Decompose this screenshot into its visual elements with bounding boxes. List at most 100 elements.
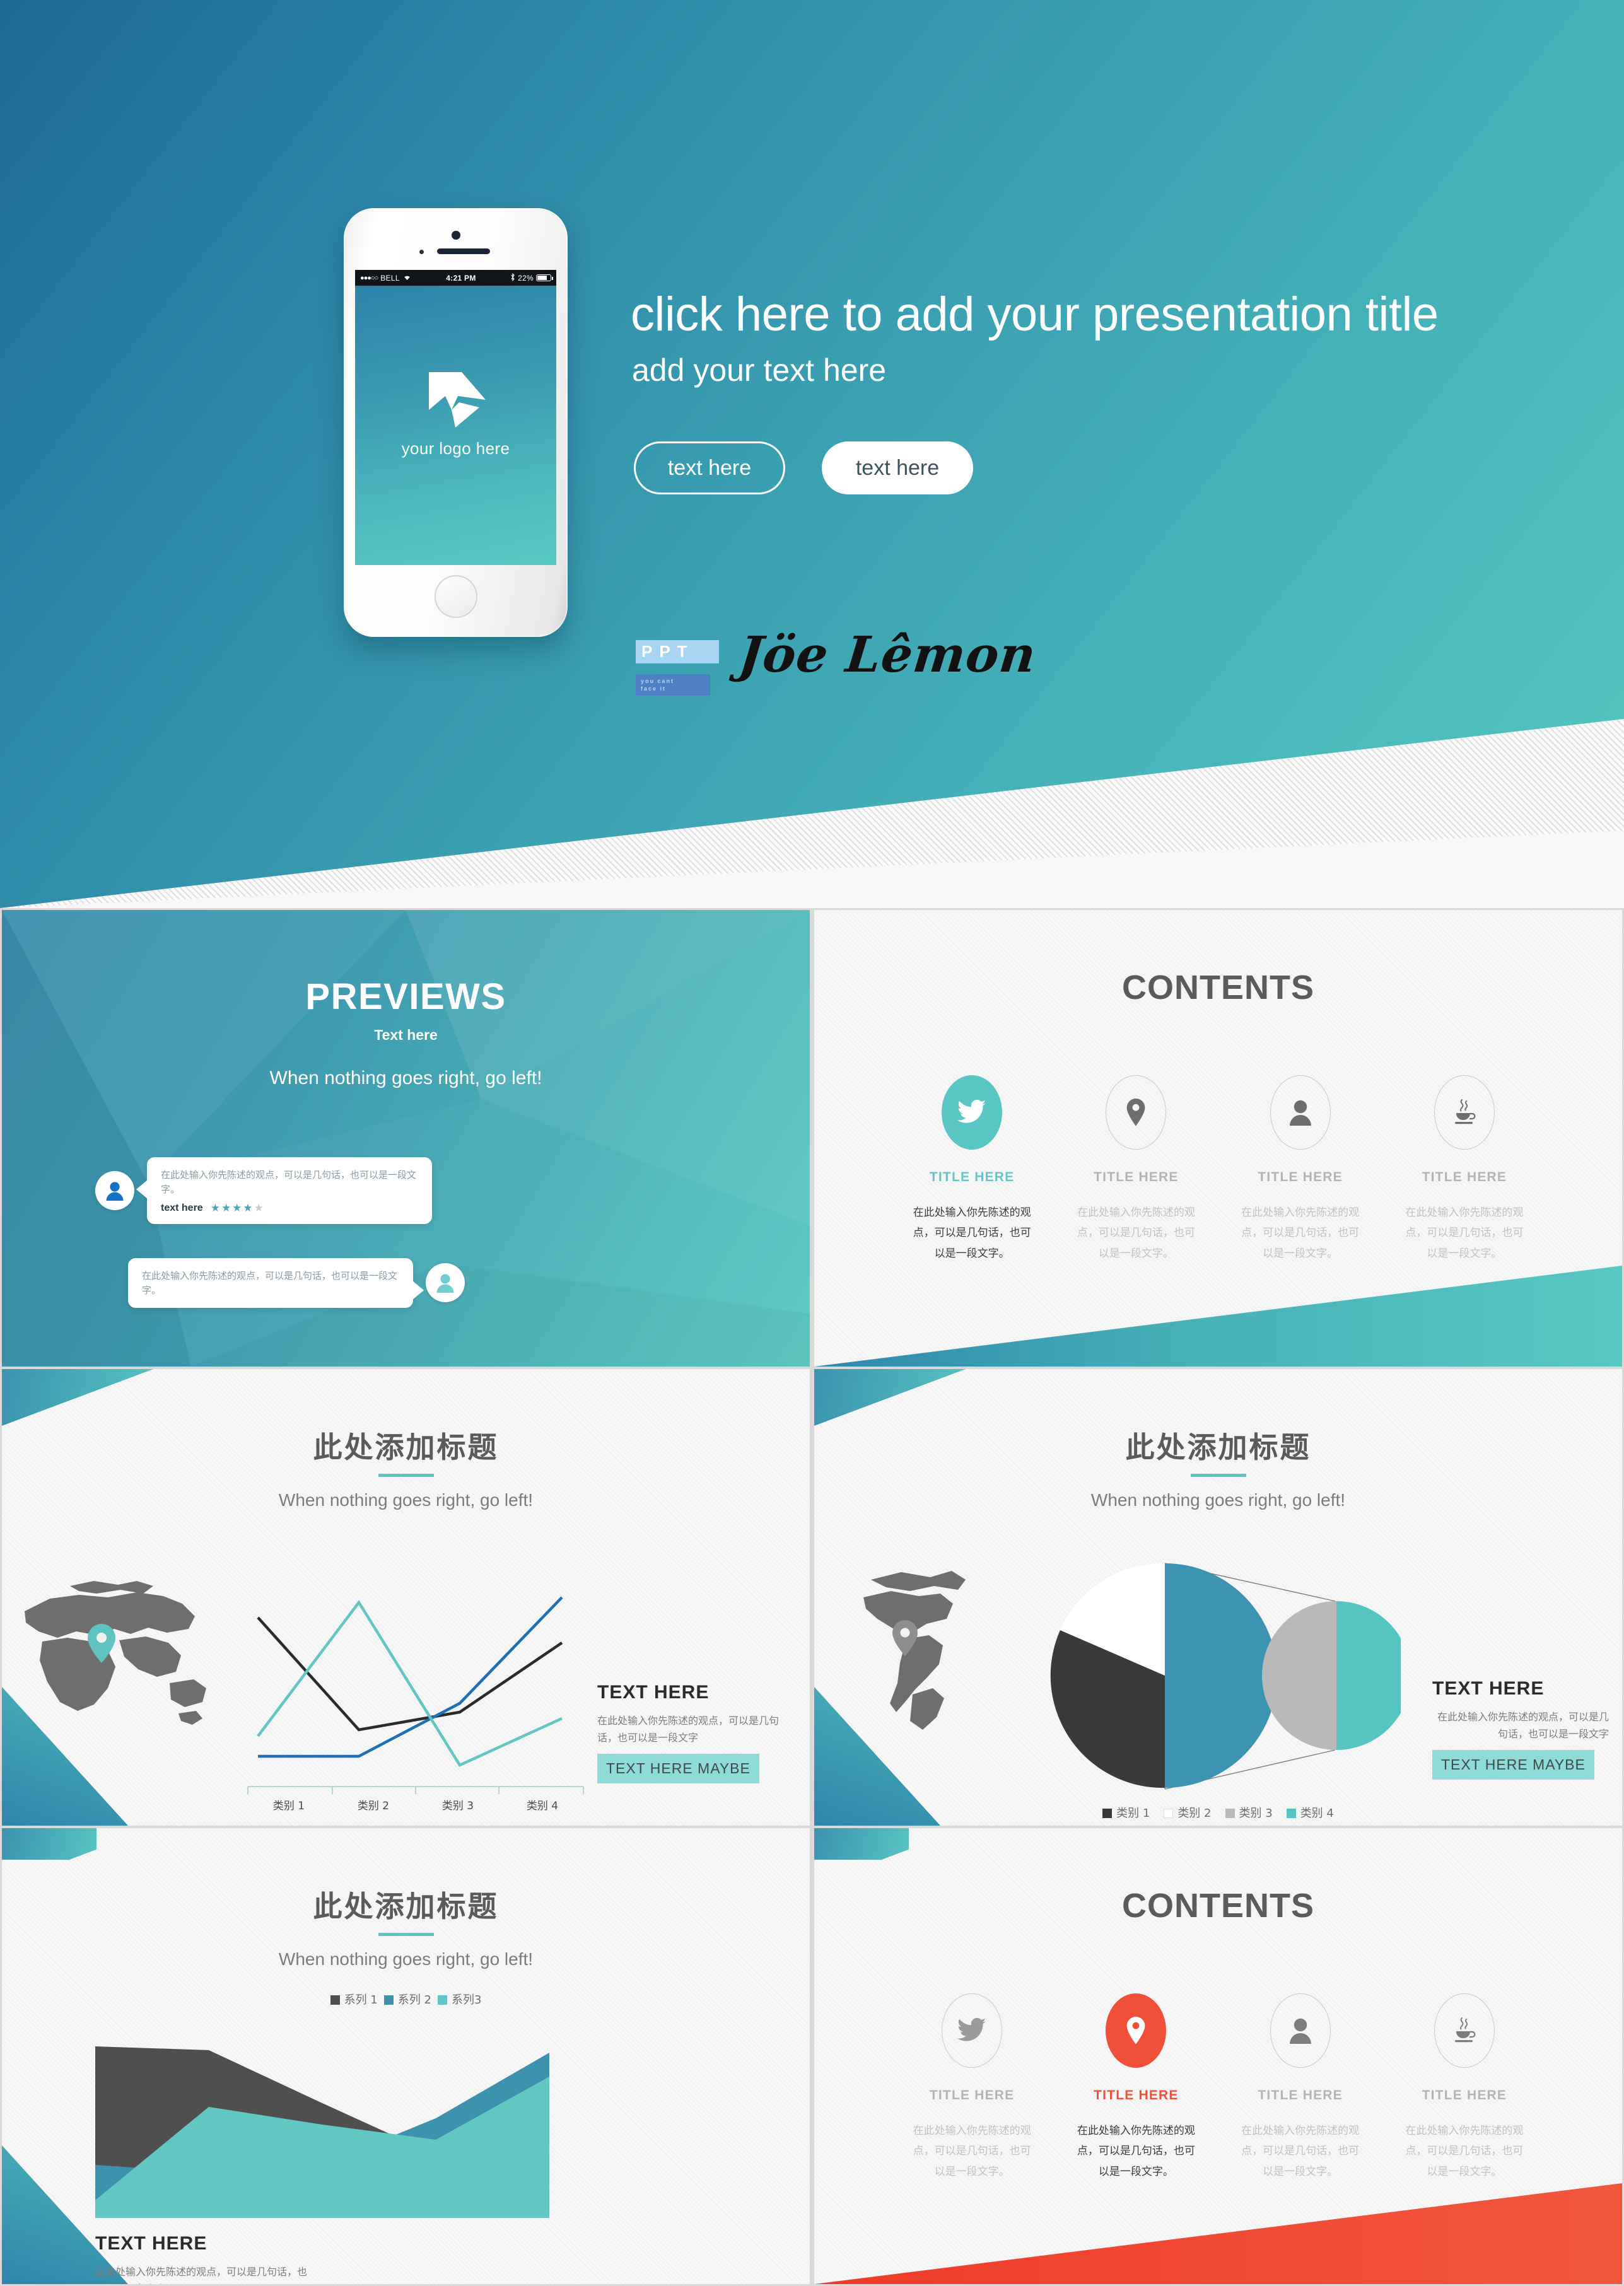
contents-item-text: 在此处输入你先陈述的观点，可以是几句话，也可以是一段文字。 [1241,2125,1360,2178]
slide-line-chart[interactable]: 此处添加标题 When nothing goes right, go left! [2,1369,810,1826]
clock-label: 4:21 PM [446,273,476,283]
line-chart-text-block: TEXT HERE 在此处输入你先陈述的观点，可以是几句话，也可以是一段文字 T… [597,1682,786,1784]
contents-item-text: 在此处输入你先陈述的观点，可以是几句话，也可以是一段文字。 [1405,1206,1524,1260]
legend-entry: 类别 1 [1102,1804,1150,1821]
legend-label: 类别 4 [1300,1807,1334,1820]
signal-dots-icon: ●●●○○ [360,274,378,282]
contents-item-label: TITLE HERE [929,2088,1015,2102]
icon-circle [1434,1075,1495,1150]
corner-accent-top-left [2,1828,96,1860]
avatar [95,1170,134,1210]
ppt-badge-sub-line1: you cant [641,678,675,684]
text-block-body: 在此处输入你先陈述的观点，可以是几句话，也可以是一段文字 [95,2266,308,2284]
brand-signature-block: PPT you cant face it Jöe Lêmon [636,626,1039,696]
twitter-bird-icon [957,1100,986,1123]
slide-area-chart[interactable]: 此处添加标题 When nothing goes right, go left!… [2,1828,810,2284]
line-chart-axis [247,1786,584,1794]
icon-circle [1270,1075,1331,1150]
page-title: click here to add your presentation titl… [631,288,1439,341]
java-coffee-icon [1454,2017,1476,2043]
pie-chart-legend: 类别 1 类别 2 类别 3 类别 4 [814,1804,1622,1821]
contents-item-label: TITLE HERE [929,1170,1015,1184]
phone-mockup: ●●●○○ BELL 4:21 PM 22% your logo here [344,208,568,637]
logo-caption: your logo here [401,439,510,458]
previews-tagline: When nothing goes right, go left! [269,1068,542,1088]
ppt-badge-sub-line2: face it [641,685,667,692]
ppt-badge: PPT [636,640,719,663]
chat-row-left: 在此处输入你先陈述的观点，可以是几句话，也可以是一段文字。 text here … [95,1157,432,1224]
text-block-tag: TEXT HERE MAYBE [597,1754,759,1784]
text-block-heading: TEXT HERE [95,2233,207,2254]
wifi-icon [402,274,412,283]
slide-previews[interactable]: PREVIEWS Text here When nothing goes rig… [2,910,810,1367]
legend-label: 系列3 [451,1993,482,2007]
pie-chart-text-block: TEXT HERE 在此处输入你先陈述的观点，可以是几句话，也可以是一段文字 T… [1432,1678,1609,1780]
icon-circle [942,1993,1003,2068]
contents-item-3[interactable]: TITLE HERE 在此处输入你先陈述的观点，可以是几句话，也可以是一段文字。 [1218,1075,1382,1264]
stars-filled: ★★★★ [210,1201,254,1214]
page-subtitle: When nothing goes right, go left! [278,1490,534,1510]
icon-circle [1270,1993,1331,2068]
contents-item-1[interactable]: TITLE HERE 在此处输入你先陈述的观点，可以是几句话，也可以是一段文字。 [890,1075,1054,1264]
page-title: 此处添加标题 [1125,1430,1311,1464]
hero-button-row: text here text here [634,441,973,494]
page-subtitle: When nothing goes right, go left! [1090,1490,1346,1510]
hero-outline-button[interactable]: text here [634,441,785,494]
legend-label: 类别 2 [1177,1807,1212,1820]
contents-item-label: TITLE HERE [1258,2088,1343,2102]
battery-icon [536,274,553,281]
contents-item-2[interactable]: TITLE HERE 在此处输入你先陈述的观点，可以是几句话，也可以是一段文字。 [1054,1075,1218,1264]
bubble-tail-icon [412,1281,424,1300]
teal-diagonal-banner [814,1266,1622,1367]
slide-contents-teal[interactable]: CONTENTS TITLE HERE 在此处输入你先陈述的观点，可以是几句话，… [814,910,1622,1367]
x-tick-label: 类别 2 [357,1800,390,1812]
phone-status-bar: ●●●○○ BELL 4:21 PM 22% [355,270,556,286]
slide-contents-red[interactable]: CONTENTS TITLE HERE 在此处输入你先陈述的观点，可以是几句话，… [814,1828,1622,2284]
legend-entry: 系列 1 [330,1991,378,2007]
contents-item-4[interactable]: TITLE HERE 在此处输入你先陈述的观点，可以是几句话，也可以是一段文字。 [1382,1075,1546,1264]
pie-chart-plot [1050,1563,1401,1790]
contents-item-label: TITLE HERE [1094,2088,1179,2102]
person-icon [1289,1100,1311,1126]
contents-item-1[interactable]: TITLE HERE 在此处输入你先陈述的观点，可以是几句话，也可以是一段文字。 [890,1993,1054,2182]
icon-circle [1434,1993,1495,2068]
contents-item-label: TITLE HERE [1258,1170,1343,1184]
legend-label: 类别 1 [1116,1807,1150,1820]
line-chart-x-labels: 类别 1 类别 2 类别 3 类别 4 [247,1797,585,1812]
phone-speaker-icon [436,248,490,254]
title-rule [1190,1474,1246,1477]
chat-bubble: 在此处输入你先陈述的观点，可以是几句话，也可以是一段文字。 [128,1258,424,1308]
contents-item-text: 在此处输入你先陈述的观点，可以是几句话，也可以是一段文字。 [1077,2125,1195,2178]
area-chart-text-block: TEXT HERE 在此处输入你先陈述的观点，可以是几句话，也可以是一段文字 [95,2233,310,2284]
contents-item-text: 在此处输入你先陈述的观点，可以是几句话，也可以是一段文字。 [1405,2125,1524,2178]
world-map-graphic [863,1571,966,1730]
legend-entry: 系列 2 [383,1991,431,2007]
phone-home-button[interactable] [434,575,477,618]
carrier-label: BELL [380,273,400,283]
person-icon [436,1274,454,1293]
x-tick-label: 类别 4 [526,1800,559,1812]
corner-accent-top-left [2,1369,153,1426]
page-subtitle: add your text here [632,353,887,388]
page-title: CONTENTS [1122,969,1314,1006]
slide-pie-chart[interactable]: 此处添加标题 When nothing goes right, go left! [814,1369,1622,1826]
legend-entry: 类别 3 [1225,1804,1273,1821]
phone-screen: ●●●○○ BELL 4:21 PM 22% your logo here [355,270,556,565]
hero-filled-button[interactable]: text here [822,441,973,494]
text-block-body: 在此处输入你先陈述的观点，可以是几句话，也可以是一段文字 [1437,1711,1609,1741]
contents-item-text: 在此处输入你先陈述的观点，可以是几句话，也可以是一段文字。 [1241,1206,1360,1260]
legend-entry: 系列3 [437,1991,482,2007]
page-title: 此处添加标题 [313,1430,499,1464]
phone-sensor-icon [419,250,424,254]
java-coffee-icon [1454,1099,1476,1124]
corner-accent-top-left [814,1828,909,1860]
contents-item-3[interactable]: TITLE HERE 在此处输入你先陈述的观点，可以是几句话，也可以是一段文字。 [1218,1993,1382,2182]
bubble-tail-icon [136,1180,148,1199]
contents-item-row: TITLE HERE 在此处输入你先陈述的观点，可以是几句话，也可以是一段文字。… [890,1993,1546,2182]
contents-item-2[interactable]: TITLE HERE 在此处输入你先陈述的观点，可以是几句话，也可以是一段文字。 [1054,1993,1218,2182]
contents-item-4[interactable]: TITLE HERE 在此处输入你先陈述的观点，可以是几句话，也可以是一段文字。 [1382,1993,1546,2182]
legend-entry: 类别 2 [1164,1804,1212,1821]
rating-stars: ★★★★★ [211,1202,265,1215]
stars-empty: ★ [254,1201,265,1214]
world-map-graphic [25,1581,206,1725]
